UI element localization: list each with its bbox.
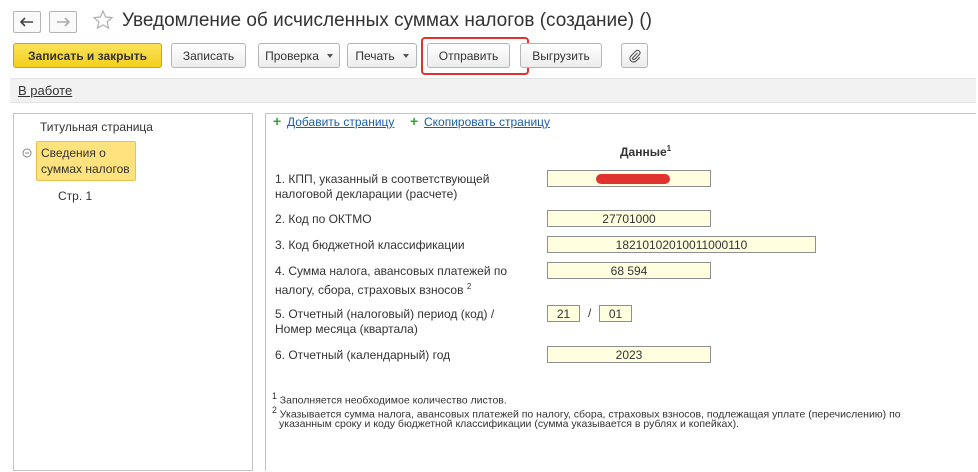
footnote-mark: 2: [466, 282, 472, 291]
arrow-right-icon: [57, 17, 70, 27]
footnote-mark: 2: [272, 405, 277, 415]
tree-item-title-page[interactable]: Титульная страница: [40, 120, 153, 134]
field-label-line: 5. Отчетный (налоговый) период (код) /: [275, 307, 495, 321]
plus-icon: +: [410, 113, 419, 129]
footnote-mark: 1: [272, 391, 277, 401]
field-label-kbk: 3. Код бюджетной классификации: [275, 238, 465, 252]
field-label-kpp: 1. КПП, указанный в соответствующей нало…: [275, 172, 489, 202]
year-field[interactable]: 2023: [547, 346, 711, 363]
field-label-line: Номер месяца (квартала): [275, 322, 418, 336]
data-column-label: Данные: [620, 145, 667, 159]
field-label-period: 5. Отчетный (налоговый) период (код) / Н…: [275, 307, 494, 337]
plus-icon: +: [273, 113, 282, 129]
field-label-line: 1. КПП, указанный в соответствующей: [275, 172, 490, 186]
save-and-close-button[interactable]: Записать и закрыть: [13, 43, 162, 68]
attach-button[interactable]: [621, 43, 648, 68]
export-label: Выгрузить: [532, 48, 590, 63]
export-button[interactable]: Выгрузить: [520, 43, 602, 68]
star-icon[interactable]: [92, 9, 114, 31]
footnote-2-continuation: указанным сроку и коду бюджетной классиф…: [279, 418, 740, 430]
tree-item-page-1[interactable]: Стр. 1: [58, 189, 92, 203]
data-column-header: Данные1: [620, 144, 671, 159]
save-and-close-label: Записать и закрыть: [28, 48, 147, 63]
status-strip: [10, 78, 976, 103]
period-code-field[interactable]: 21: [547, 305, 580, 322]
tax-sum-field[interactable]: 68 594: [547, 262, 711, 279]
check-button[interactable]: Проверка: [258, 43, 340, 68]
oktmo-field[interactable]: 27701000: [547, 210, 711, 227]
tree-item-tax-sums[interactable]: Сведения о суммах налогов: [36, 141, 136, 181]
footnote-mark: 1: [666, 144, 672, 153]
print-button[interactable]: Печать: [347, 43, 417, 68]
send-button-highlight: [421, 37, 529, 75]
chevron-down-icon: [402, 53, 409, 58]
field-label-line: налоговой декларации (расчете): [275, 187, 458, 201]
field-label-line-with-note: налогу, сбора, страховых взносов 2: [275, 279, 507, 298]
copy-page-link[interactable]: Скопировать страницу: [424, 115, 550, 129]
field-label-year: 6. Отчетный (календарный) год: [275, 348, 451, 362]
add-page-link[interactable]: Добавить страницу: [287, 115, 394, 129]
check-label: Проверка: [265, 48, 319, 63]
back-button[interactable]: [13, 11, 41, 33]
arrow-left-icon: [20, 17, 33, 27]
print-label: Печать: [355, 48, 395, 63]
field-label-line: налогу, сбора, страховых взносов: [275, 283, 464, 297]
field-label-line: 4. Сумма налога, авансовых платежей по: [275, 264, 508, 278]
collapse-icon[interactable]: [22, 148, 32, 158]
save-label: Записать: [182, 48, 235, 63]
field-label-oktmo: 2. Код по ОКТМО: [275, 212, 372, 226]
forward-button[interactable]: [49, 11, 77, 33]
status-link[interactable]: В работе: [18, 83, 72, 98]
kbk-field[interactable]: 18210102010011000110: [547, 236, 816, 253]
chevron-down-icon: [326, 53, 333, 58]
save-button[interactable]: Записать: [171, 43, 246, 68]
paperclip-icon: [628, 49, 641, 63]
field-label-tax-sum: 4. Сумма налога, авансовых платежей по н…: [275, 264, 507, 298]
redaction-mark: [596, 174, 670, 184]
month-number-field[interactable]: 01: [599, 305, 632, 322]
page-title: Уведомление об исчисленных суммах налого…: [122, 10, 652, 31]
period-separator: /: [588, 306, 592, 320]
